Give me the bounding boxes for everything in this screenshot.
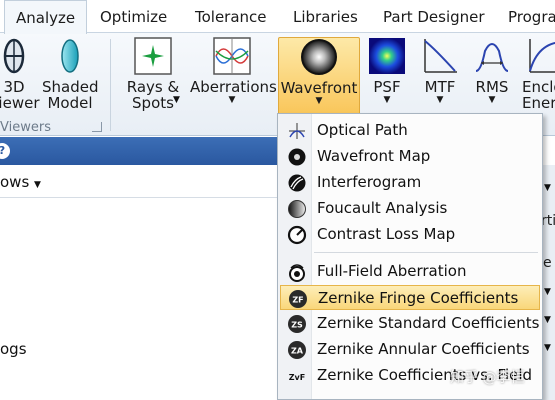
wavefront-label: Wavefront — [280, 79, 358, 97]
menu-item-label: Zernike Fringe Coefficients — [318, 289, 519, 307]
chevron-down-icon[interactable]: ▼ — [544, 183, 551, 193]
zernike-vs-field-icon: ZvF — [289, 373, 305, 382]
tab-optimize[interactable]: Optimize — [100, 0, 167, 33]
menu-item-label: Zernike Standard Coefficients — [317, 314, 540, 332]
viewers-group-label: Viewers — [0, 120, 51, 135]
windows-menu-label: ows — [0, 173, 30, 191]
wavefront-dropdown-caret: ▼ — [315, 96, 323, 106]
mtf-icon — [424, 39, 457, 73]
rays-spots-button[interactable]: Rays & Spots — [122, 37, 184, 117]
menu-separator — [314, 252, 538, 253]
rms-dropdown-caret: ▼ — [488, 95, 496, 105]
menu-item-zernike-fringe-coefficients[interactable]: ZF Zernike Fringe Coefficients — [280, 285, 540, 310]
aberrations-button[interactable]: Aberrations ▼ — [190, 37, 277, 117]
chevron-down-icon[interactable]: ▼ — [544, 287, 551, 297]
menu-item-label: Zernike Annular Coefficients — [317, 340, 530, 358]
menu-item-zernike-standard-coefficients[interactable]: ZS Zernike Standard Coefficients — [280, 311, 540, 336]
svg-text:ZvF: ZvF — [289, 373, 305, 382]
group-separator — [110, 39, 111, 131]
psf-dropdown-caret: ▼ — [383, 95, 391, 105]
menu-item-label: Contrast Loss Map — [317, 225, 456, 243]
tab-analyze[interactable]: Analyze — [4, 0, 88, 34]
spot-diagram-icon — [134, 37, 172, 75]
wavefront-button[interactable]: Wavefront ▼ — [278, 37, 360, 115]
chevron-down-icon[interactable]: ▼ — [544, 343, 551, 353]
shaded-model-label: Shaded Model — [42, 78, 99, 112]
full-field-icon — [289, 264, 305, 282]
ribbon-tab-bar: Analyze Optimize Tolerance Libraries Par… — [0, 0, 555, 34]
menu-item-label: Foucault Analysis — [317, 199, 448, 217]
menu-item-wavefront-map[interactable]: Wavefront Map — [280, 144, 540, 169]
rays-dropdown-caret: ▼ — [173, 95, 180, 105]
menu-item-label: Optical Path — [317, 121, 408, 139]
3d-viewer-label: 3D Viewer — [0, 78, 40, 112]
psf-icon — [369, 38, 405, 74]
chevron-down-icon: ▼ — [34, 180, 41, 190]
menu-item-contrast-loss-map[interactable]: Contrast Loss Map — [280, 222, 540, 247]
menu-item-label: Interferogram — [317, 173, 422, 191]
tab-libraries[interactable]: Libraries — [293, 0, 358, 33]
mtf-dropdown-caret: ▼ — [436, 95, 444, 105]
aberrations-label: Aberrations — [190, 78, 277, 96]
zernike-standard-icon: ZS — [288, 315, 306, 333]
help-icon[interactable]: ? — [0, 143, 10, 159]
encircled-energy-label: Enclo Ener — [522, 78, 555, 112]
menu-item-full-field-aberration[interactable]: Full-Field Aberration — [280, 259, 540, 284]
aberrations-dropdown-caret: ▼ — [228, 95, 236, 105]
wavefront-map-icon — [288, 148, 306, 166]
encircled-energy-icon — [529, 39, 555, 73]
chevron-down-icon[interactable]: ▼ — [544, 315, 551, 325]
encircled-energy-button[interactable]: Enclo Ener — [522, 37, 555, 117]
tab-part-designer[interactable]: Part Designer — [383, 0, 485, 33]
wavefront-dropdown-menu: Optical Path Wavefront Map Interferogram… — [277, 113, 543, 400]
edge-text-2: e — [543, 255, 552, 271]
group-dialog-launcher-icon[interactable] — [92, 122, 102, 132]
contrast-loss-icon — [287, 225, 307, 245]
tab-tolerance[interactable]: Tolerance — [195, 0, 267, 33]
rms-button[interactable]: RMS ▼ — [470, 37, 514, 117]
svg-text:ZS: ZS — [291, 321, 303, 330]
wavefront-icon — [301, 39, 337, 75]
shaded-model-icon — [61, 39, 79, 73]
edge-text-1: rti — [541, 213, 555, 229]
menu-item-label: Wavefront Map — [317, 147, 431, 165]
rms-label: RMS — [475, 78, 509, 96]
3d-viewer-button[interactable]: 3D Viewer — [0, 37, 42, 117]
logs-label: ogs — [0, 340, 27, 358]
foucault-icon — [288, 200, 306, 218]
tab-programming[interactable]: Program — [508, 0, 555, 33]
menu-item-interferogram[interactable]: Interferogram — [280, 170, 540, 195]
optical-path-icon — [289, 123, 305, 139]
menu-item-optical-path[interactable]: Optical Path — [280, 118, 540, 143]
zernike-fringe-icon: ZF — [289, 290, 307, 308]
shaded-model-button[interactable]: Shaded Model — [42, 37, 99, 117]
menu-item-label: Full-Field Aberration — [317, 262, 467, 280]
rms-icon — [475, 43, 509, 72]
mtf-label: MTF — [424, 78, 456, 96]
menu-item-foucault-analysis[interactable]: Foucault Analysis — [280, 196, 540, 221]
mtf-button[interactable]: MTF ▼ — [418, 37, 462, 117]
zernike-annular-icon: ZA — [288, 341, 306, 359]
svg-text:ZF: ZF — [292, 296, 303, 305]
watermark-text: 知乎 @李恒 — [450, 370, 525, 386]
interferogram-icon — [288, 174, 306, 192]
aberrations-icon — [213, 37, 251, 75]
psf-label: PSF — [373, 78, 401, 96]
3d-viewer-icon — [3, 38, 25, 74]
svg-text:ZA: ZA — [291, 347, 304, 356]
menu-item-zernike-annular-coefficients[interactable]: ZA Zernike Annular Coefficients — [280, 337, 540, 362]
windows-menu[interactable]: ows ▼ — [0, 173, 41, 191]
psf-button[interactable]: PSF ▼ — [366, 37, 408, 117]
